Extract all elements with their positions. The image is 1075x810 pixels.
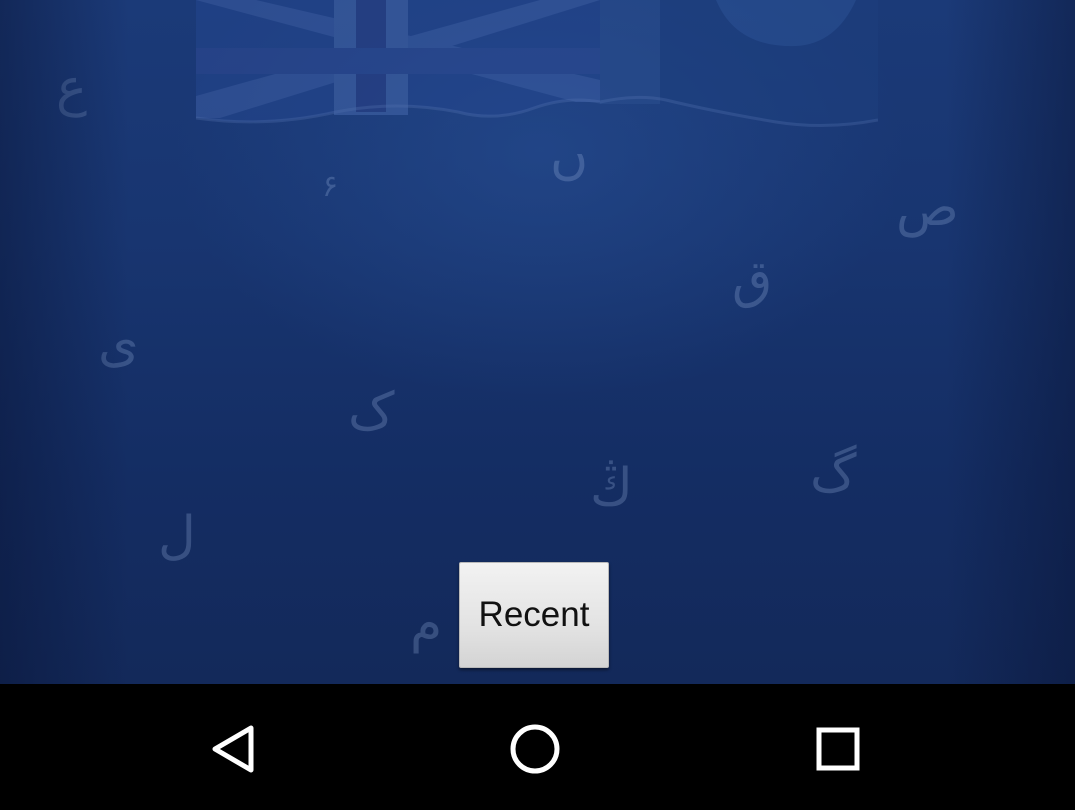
background-letter: ص bbox=[896, 178, 959, 238]
background-letter: ع bbox=[56, 58, 88, 118]
recents-button[interactable] bbox=[793, 704, 883, 794]
system-navigation-bar bbox=[0, 684, 1075, 810]
flag-banner-image bbox=[196, 0, 878, 132]
recent-button[interactable]: Recent bbox=[459, 562, 609, 668]
background-letter: گ bbox=[810, 444, 857, 504]
background-letter: ل bbox=[158, 506, 196, 566]
flag-banner-graphic bbox=[196, 0, 878, 128]
background-letter: م bbox=[410, 594, 443, 654]
back-button[interactable] bbox=[188, 704, 278, 794]
background-letter: ڭ bbox=[590, 458, 633, 518]
phone-screen: ع ں ۶ ص ق ی ک ڭ گ ل م Recent bbox=[0, 0, 1075, 810]
home-circle-icon bbox=[510, 724, 560, 774]
background-letter: ق bbox=[732, 250, 773, 310]
background-letter: ۶ bbox=[322, 169, 339, 204]
app-background: ع ں ۶ ص ق ی ک ڭ گ ل م Recent bbox=[0, 0, 1075, 684]
back-triangle-icon bbox=[212, 725, 254, 773]
home-button[interactable] bbox=[490, 704, 580, 794]
recents-square-icon bbox=[816, 727, 860, 771]
background-letter: ک bbox=[348, 382, 395, 442]
background-letter: ں bbox=[550, 126, 589, 186]
background-letter: ی bbox=[98, 314, 139, 374]
